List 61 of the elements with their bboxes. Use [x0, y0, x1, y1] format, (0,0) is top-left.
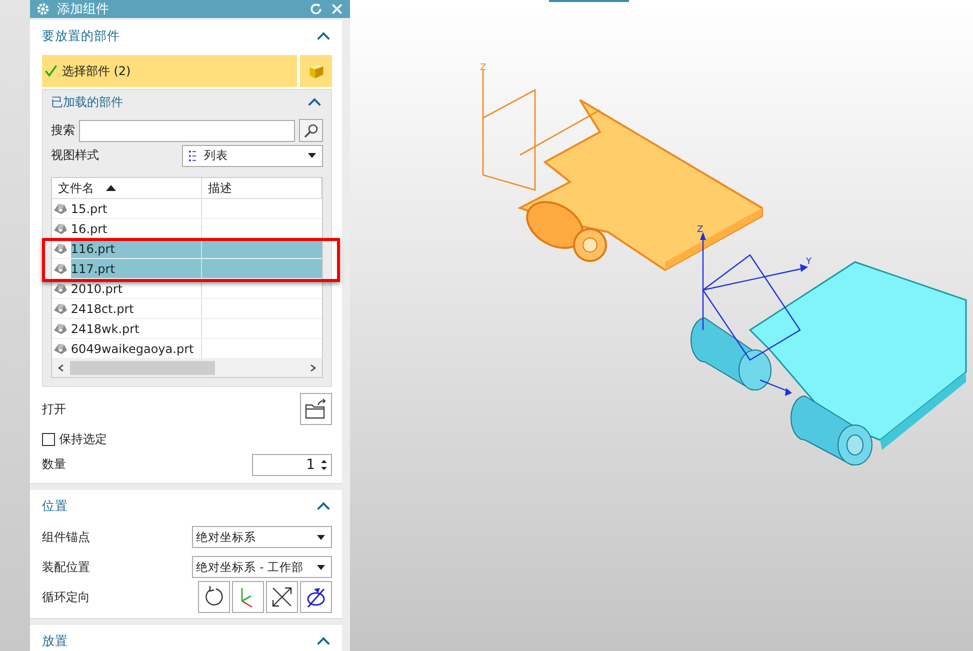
dialog-title: 添加组件 — [56, 1, 109, 18]
cycle-orientation-label: 循环定向 — [42, 588, 90, 606]
open-button[interactable] — [300, 393, 332, 425]
file-name: 2418wk.prt — [70, 322, 140, 336]
table-row[interactable]: 117.prt — [52, 259, 322, 279]
checkbox[interactable] — [42, 433, 55, 446]
section-title: 要放置的部件 — [42, 28, 120, 44]
search-icon — [303, 122, 319, 138]
quantity-spinner[interactable]: 1 — [252, 454, 332, 476]
view-style-label: 视图样式 — [50, 147, 99, 164]
cube-icon — [307, 62, 325, 80]
axis-label: Z — [697, 225, 704, 235]
flip-button[interactable] — [266, 581, 298, 613]
checkmark-icon — [44, 64, 58, 78]
file-name: 2010.prt — [70, 282, 123, 296]
view-style-dropdown[interactable]: 列表 — [182, 144, 323, 166]
select-parts-label: 选择部件 (2) — [62, 62, 131, 80]
scroll-right-icon[interactable] — [309, 364, 317, 372]
table-row[interactable]: 116.prt — [52, 239, 322, 259]
search-button[interactable] — [299, 119, 323, 142]
dropdown-arrow-icon — [317, 564, 325, 570]
select-parts-bar[interactable]: 选择部件 (2) — [42, 55, 297, 87]
reset-icon[interactable] — [309, 2, 323, 16]
table-row[interactable]: 2010.prt — [52, 279, 322, 299]
field-label: 装配位置 — [42, 558, 90, 576]
column-header[interactable]: 描述 — [202, 178, 322, 198]
file-name: 6049waikegaoya.prt — [70, 342, 194, 356]
file-name: 15.prt — [70, 202, 108, 216]
dropdown-arrow-icon — [308, 153, 316, 158]
horizontal-scrollbar[interactable] — [52, 359, 322, 377]
dropdown-arrow-icon — [317, 534, 325, 540]
diagonal-arrows-icon — [270, 585, 294, 609]
scroll-left-icon[interactable] — [56, 364, 65, 372]
settings-icon — [36, 2, 50, 16]
search-field[interactable] — [78, 120, 295, 142]
dropdown[interactable]: 绝对坐标系 — [192, 526, 332, 548]
axis-label: Z — [480, 63, 486, 73]
dropdown[interactable]: 绝对坐标系 - 工作部 — [192, 556, 332, 578]
keep-selection-label: 保持选定 — [58, 431, 107, 448]
subsection-title: 已加载的部件 — [50, 94, 123, 110]
folder-icon — [304, 398, 328, 420]
reverse-button[interactable] — [300, 581, 332, 613]
search-label: 搜索 — [50, 122, 75, 139]
field-label: 组件锚点 — [42, 528, 90, 546]
rotate-button[interactable] — [198, 581, 230, 613]
column-header[interactable]: 文件名 — [52, 178, 202, 198]
list-icon — [189, 150, 196, 162]
table-row[interactable]: 2418ct.prt — [52, 299, 322, 319]
axis-label: Y — [806, 257, 812, 267]
close-icon[interactable] — [330, 2, 344, 16]
open-label: 打开 — [42, 400, 66, 418]
spinner-arrows-icon[interactable] — [321, 458, 327, 470]
quantity-label: 数量 — [42, 456, 66, 473]
file-name: 117.prt — [70, 259, 201, 278]
table-row[interactable]: 16.prt — [52, 219, 322, 239]
section-title: 放置 — [42, 632, 68, 650]
table-row[interactable]: 2418wk.prt — [52, 319, 322, 339]
section-title: 位置 — [42, 498, 68, 514]
file-name: 2418ct.prt — [70, 302, 134, 316]
table-row[interactable]: 15.prt — [52, 199, 322, 219]
file-name: 16.prt — [70, 222, 108, 236]
